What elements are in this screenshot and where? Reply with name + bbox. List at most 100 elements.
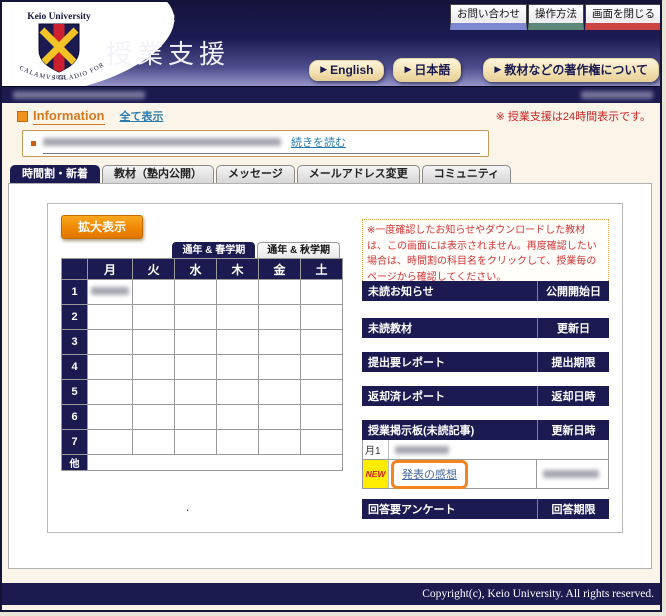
tab-spring-semester[interactable]: 通年 & 春学期 [172, 242, 255, 258]
timetable-cell [217, 405, 259, 430]
timetable-cell [175, 280, 217, 305]
timetable-row: 2 [62, 305, 343, 330]
surveys-title: 回答要アンケート [362, 501, 537, 517]
timetable-cell [133, 355, 175, 380]
redacted-course-name [395, 446, 449, 454]
24h-note: ※ 授業支援は24時間表示です。 [496, 108, 651, 124]
period-header-other: 他 [62, 455, 88, 471]
page: Keio University 1858 CALAMVS GLADIO FORT… [0, 0, 662, 612]
period-header: 3 [62, 330, 88, 355]
copyright-text: Copyright(c), Keio University. All right… [2, 583, 662, 605]
timetable-cell [259, 430, 301, 455]
header: Keio University 1858 CALAMVS GLADIO FORT… [2, 2, 662, 86]
main-tabs: 時間割・新着 教材（塾内公開） メッセージ メールアドレス変更 コミュニティ [10, 165, 513, 184]
stray-dot: . [186, 500, 189, 514]
reports-returned-title: 返却済レポート [362, 388, 537, 404]
timetable-cell [88, 430, 133, 455]
language-buttons: ▶ English ▶ 日本語 ▶ 教材などの著作権について [300, 58, 659, 82]
timetable-cell [175, 405, 217, 430]
triangle-icon: ▶ [494, 64, 501, 75]
user-bar [2, 86, 662, 103]
timetable-row: 4 [62, 355, 343, 380]
confirmation-notice: ※一度確認したお知らせやダウンロードした教材は、この画面には表示されません。再度… [362, 219, 609, 289]
timetable-cell [217, 380, 259, 405]
new-badge-label: NEW [366, 469, 386, 479]
information-title: Information [33, 108, 105, 125]
class-board-title: 授業掲示板(未読記事) [362, 422, 537, 438]
timetable-cell [217, 305, 259, 330]
period-header: 6 [62, 405, 88, 430]
timetable-cell [301, 330, 343, 355]
timetable-cell [133, 430, 175, 455]
triangle-icon: ▶ [320, 64, 327, 75]
read-more-link[interactable]: 続きを読む [291, 134, 346, 150]
timetable-cell [217, 280, 259, 305]
timetable-corner-cell [62, 259, 88, 280]
new-badge: NEW [363, 460, 389, 488]
redacted-course-link[interactable] [91, 287, 129, 295]
timetable-cell [301, 355, 343, 380]
highlight-annotation: 発表の感想 [391, 460, 468, 489]
unread-news-title: 未読お知らせ [362, 283, 537, 299]
tab-materials[interactable]: 教材（塾内公開） [102, 165, 214, 184]
help-button[interactable]: 操作方法 [528, 4, 584, 30]
crest-university-name: Keio University [27, 12, 91, 22]
english-button[interactable]: ▶ English [309, 60, 384, 81]
timetable-cell [133, 330, 175, 355]
expand-view-button[interactable]: 拡大表示 [61, 215, 143, 239]
redacted-announcement-text [43, 138, 281, 146]
tab-community[interactable]: コミュニティ [422, 165, 511, 184]
timetable-cell [301, 280, 343, 305]
day-header: 金 [259, 259, 301, 280]
tab-email-change[interactable]: メールアドレス変更 [297, 165, 420, 184]
reports-returned-date-label: 返却日時 [537, 386, 609, 406]
board-period-label: 月1 [363, 440, 389, 459]
surveys-header: 回答要アンケート 回答期限 [362, 499, 609, 519]
timetable-cell [259, 280, 301, 305]
unread-materials-header: 未読教材 更新日 [362, 318, 609, 338]
reports-due-header: 提出要レポート 提出期限 [362, 352, 609, 372]
tab-messages[interactable]: メッセージ [216, 165, 295, 184]
copyright-info-button[interactable]: ▶ 教材などの著作権について [483, 58, 659, 82]
period-header: 2 [62, 305, 88, 330]
redacted-update-datetime [543, 470, 599, 478]
timetable-cell [133, 380, 175, 405]
information-icon [17, 111, 28, 122]
app-title: 授業支援 [106, 34, 230, 71]
board-course-cell [389, 440, 608, 459]
timetable-cell-mon-1[interactable] [88, 280, 133, 305]
reports-due-title: 提出要レポート [362, 354, 537, 370]
period-header: 4 [62, 355, 88, 380]
redacted-datetime [581, 91, 653, 99]
board-course-row: 月1 [362, 440, 609, 460]
class-board-header: 授業掲示板(未読記事) 更新日時 [362, 420, 609, 440]
unread-materials-date-label: 更新日 [537, 318, 609, 338]
university-name-jp: 慶應義塾大学 [92, 9, 176, 28]
tab-fall-semester[interactable]: 通年 & 秋学期 [257, 242, 340, 258]
japanese-button[interactable]: ▶ 日本語 [393, 58, 461, 82]
timetable-cell [175, 355, 217, 380]
day-header: 水 [175, 259, 217, 280]
tab-timetable-new[interactable]: 時間割・新着 [10, 165, 100, 184]
timetable-cell [88, 305, 133, 330]
timetable-row: 6 [62, 405, 343, 430]
timetable-row: 3 [62, 330, 343, 355]
close-screen-button[interactable]: 画面を閉じる [585, 4, 662, 30]
timetable-cell [259, 380, 301, 405]
day-header: 土 [301, 259, 343, 280]
show-all-link[interactable]: 全て表示 [120, 108, 164, 124]
timetable-other-cell [88, 455, 343, 471]
period-header: 1 [62, 280, 88, 305]
english-button-label: English [330, 63, 373, 77]
japanese-button-label: 日本語 [414, 61, 450, 78]
unread-materials-title: 未読教材 [362, 320, 537, 336]
unread-news-header: 未読お知らせ 公開開始日 [362, 281, 609, 301]
day-header: 月 [88, 259, 133, 280]
timetable-cell [259, 355, 301, 380]
reports-due-date-label: 提出期限 [537, 352, 609, 372]
board-entry-date-cell [536, 460, 608, 488]
contact-button[interactable]: お問い合わせ [450, 4, 527, 30]
timetable-cell [301, 430, 343, 455]
presentation-feedback-link[interactable]: 発表の感想 [402, 469, 457, 481]
timetable-cell [133, 305, 175, 330]
